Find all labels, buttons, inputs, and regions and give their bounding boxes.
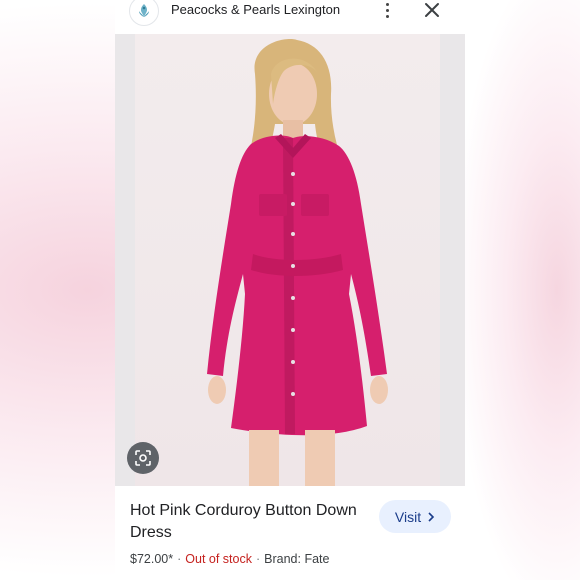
stock-status: Out of stock [185,552,252,566]
product-meta: $72.00* · Out of stock · Brand: Fate [130,552,329,566]
separator-dot: · [255,552,261,566]
product-image-area[interactable] [115,34,465,486]
product-photo[interactable] [135,34,440,486]
result-panel: Peacocks & Pearls Lexington Hot Pink Cor… [115,0,465,580]
brand: Brand: Fate [264,552,330,566]
model-illustration [207,39,388,486]
product-title[interactable]: Hot Pink Corduroy Button Down Dress [130,500,360,544]
visit-label: Visit [394,508,422,525]
chevron-right-icon [428,511,435,522]
header: Peacocks & Pearls Lexington [115,0,465,34]
separator-dot: · [177,552,182,566]
site-name[interactable]: Peacocks & Pearls Lexington [171,2,340,17]
price: $72.00* [130,552,174,566]
close-icon[interactable] [423,1,441,19]
visit-button[interactable]: Visit [379,500,451,533]
peacock-logo-icon[interactable] [129,0,159,26]
more-vert-icon[interactable] [379,0,395,20]
google-lens-icon[interactable] [127,442,159,474]
background-right [465,0,580,580]
